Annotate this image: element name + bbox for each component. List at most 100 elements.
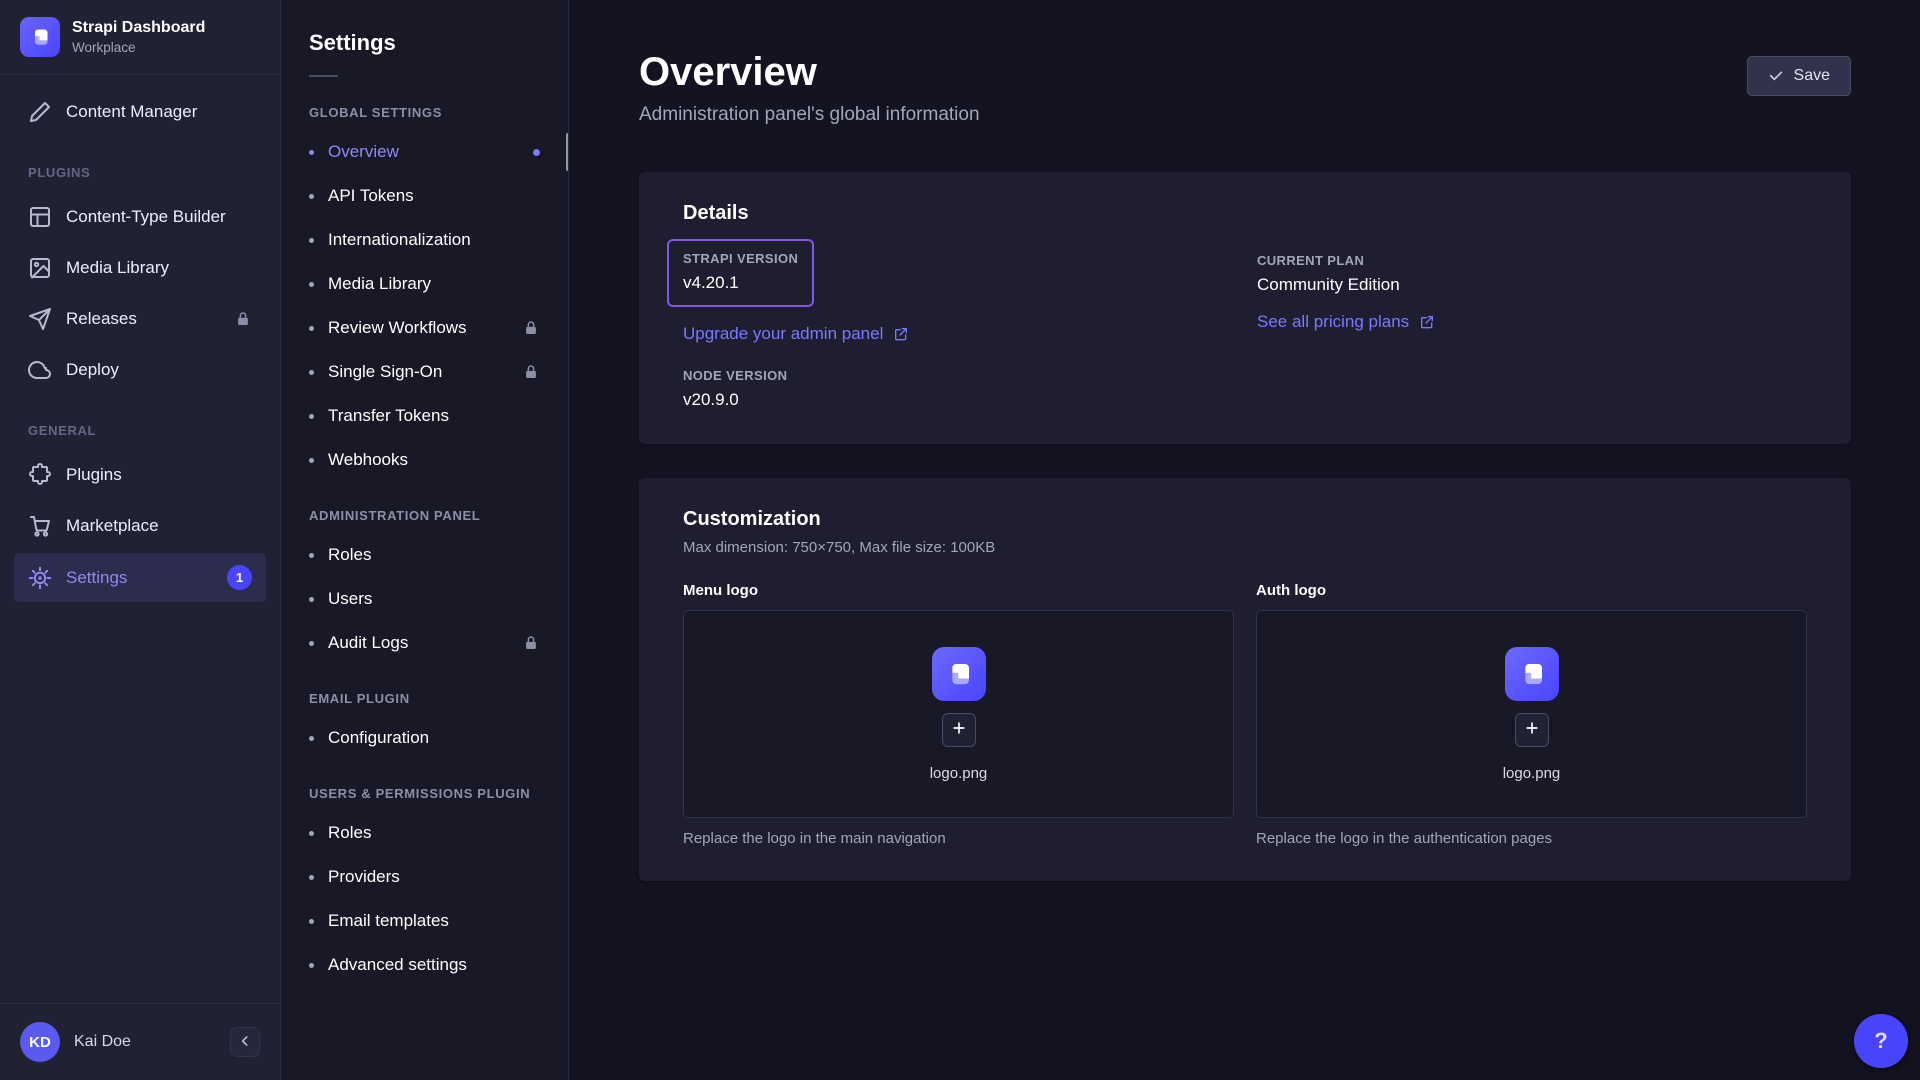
bullet-dot — [309, 641, 314, 646]
collapse-sidebar-button[interactable] — [230, 1027, 260, 1057]
chevron-left-icon — [237, 1033, 253, 1052]
subnav-item-label: Roles — [328, 822, 371, 844]
page-header: Overview Administration panel's global i… — [639, 0, 1851, 126]
subnav-item-internationalization[interactable]: Internationalization — [293, 218, 556, 262]
subnav-item-providers[interactable]: Providers — [293, 855, 556, 899]
strapi-logo-icon — [932, 647, 986, 701]
sidebar-item-content-type-builder[interactable]: Content-Type Builder — [14, 193, 266, 241]
subnav-item-single-sign-on[interactable]: Single Sign-On — [293, 350, 556, 394]
subnav-item-label: Review Workflows — [328, 317, 467, 339]
menu-logo-caption: Replace the logo in the main navigation — [683, 830, 1234, 847]
lock-icon — [234, 310, 252, 328]
current-plan-field: CURRENT PLAN Community Edition — [1257, 253, 1807, 295]
auth-logo-field: Auth logo logo.png Replace the logo in t… — [1256, 582, 1807, 847]
subnav-item-admin-users[interactable]: Users — [293, 577, 556, 621]
bullet-dot — [309, 326, 314, 331]
bullet-dot — [309, 238, 314, 243]
pricing-plans-link[interactable]: See all pricing plans — [1257, 312, 1435, 332]
plus-icon — [950, 719, 968, 740]
check-icon — [1768, 68, 1784, 84]
subnav-item-audit-logs[interactable]: Audit Logs — [293, 621, 556, 665]
subnav-item-label: Roles — [328, 544, 371, 566]
subnav-section-users-permissions-plugin: USERS & PERMISSIONS PLUGIN — [281, 760, 568, 811]
sidebar-item-content-manager[interactable]: Content Manager — [14, 88, 266, 136]
subnav-item-label: Internationalization — [328, 229, 471, 251]
cloud-icon — [28, 358, 52, 382]
title-divider — [309, 75, 338, 77]
main-nav-items: Content Manager PLUGINS Content-Type Bui… — [0, 75, 280, 605]
sidebar-item-label: Deploy — [66, 358, 119, 382]
node-version-field: NODE VERSION v20.9.0 — [683, 368, 1233, 410]
menu-logo-field: Menu logo logo.png Replace the logo in t… — [683, 582, 1234, 847]
menu-logo-add-button[interactable] — [942, 713, 976, 747]
sidebar-item-media-library[interactable]: Media Library — [14, 244, 266, 292]
page-subtitle: Administration panel's global informatio… — [639, 104, 980, 126]
external-link-icon — [893, 326, 909, 342]
auth-logo-upload-box[interactable]: logo.png — [1256, 610, 1807, 818]
sidebar-item-marketplace[interactable]: Marketplace — [14, 502, 266, 550]
sidebar-item-label: Plugins — [66, 463, 122, 487]
node-version-value: v20.9.0 — [683, 390, 1233, 410]
strapi-version-value: v4.20.1 — [683, 273, 798, 293]
sidebar-item-settings[interactable]: Settings 1 — [14, 553, 266, 602]
cart-icon — [28, 514, 52, 538]
subnav-item-admin-roles[interactable]: Roles — [293, 533, 556, 577]
auth-logo-add-button[interactable] — [1515, 713, 1549, 747]
nav-section-general: GENERAL — [0, 397, 280, 448]
subnav-item-label: Providers — [328, 866, 400, 888]
subnav-title: Settings — [281, 0, 568, 56]
subnav-item-label: Users — [328, 588, 372, 610]
subnav-item-email-templates[interactable]: Email templates — [293, 899, 556, 943]
bullet-dot — [309, 150, 314, 155]
main-sidebar: Strapi Dashboard Workplace Content Manag… — [0, 0, 281, 1080]
subnav-item-advanced-settings[interactable]: Advanced settings — [293, 943, 556, 987]
subnav-item-label: Advanced settings — [328, 954, 467, 976]
details-heading: Details — [683, 202, 1807, 225]
sidebar-item-deploy[interactable]: Deploy — [14, 346, 266, 394]
brand-workplace: Workplace — [72, 40, 205, 55]
subnav-item-transfer-tokens[interactable]: Transfer Tokens — [293, 394, 556, 438]
subnav-item-up-roles[interactable]: Roles — [293, 811, 556, 855]
customization-constraints: Max dimension: 750×750, Max file size: 1… — [683, 539, 1807, 556]
bullet-dot — [309, 736, 314, 741]
subnav-item-label: Audit Logs — [328, 632, 408, 654]
save-button[interactable]: Save — [1747, 56, 1851, 96]
strapi-version-label: STRAPI VERSION — [683, 251, 798, 266]
subnav-item-api-tokens[interactable]: API Tokens — [293, 174, 556, 218]
app-window: Strapi Dashboard Workplace Content Manag… — [0, 0, 1920, 1080]
sidebar-footer: KD Kai Doe — [0, 1003, 280, 1080]
subnav-item-media-library[interactable]: Media Library — [293, 262, 556, 306]
bullet-dot — [309, 831, 314, 836]
paper-plane-icon — [28, 307, 52, 331]
sidebar-item-label: Media Library — [66, 256, 169, 280]
workspace-brand[interactable]: Strapi Dashboard Workplace — [0, 0, 280, 75]
subnav-section-global-settings: GLOBAL SETTINGS — [281, 79, 568, 130]
auth-logo-filename: logo.png — [1503, 765, 1561, 782]
customization-heading: Customization — [683, 508, 1807, 531]
auth-logo-label: Auth logo — [1256, 582, 1807, 599]
pricing-link-label: See all pricing plans — [1257, 312, 1409, 332]
sidebar-item-releases[interactable]: Releases — [14, 295, 266, 343]
bullet-dot — [309, 875, 314, 880]
subnav-item-overview[interactable]: Overview — [293, 130, 556, 174]
image-icon — [28, 256, 52, 280]
help-button[interactable]: ? — [1854, 1014, 1908, 1068]
lock-icon — [522, 319, 540, 337]
menu-logo-upload-box[interactable]: logo.png — [683, 610, 1234, 818]
brand-name: Strapi Dashboard — [72, 19, 205, 37]
user-avatar[interactable]: KD — [20, 1022, 60, 1062]
upgrade-admin-panel-link[interactable]: Upgrade your admin panel — [683, 324, 909, 344]
subnav-item-configuration[interactable]: Configuration — [293, 716, 556, 760]
subnav-item-label: Media Library — [328, 273, 431, 295]
customization-card: Customization Max dimension: 750×750, Ma… — [639, 478, 1851, 881]
puzzle-icon — [28, 463, 52, 487]
sidebar-item-plugins[interactable]: Plugins — [14, 451, 266, 499]
subnav-item-label: Configuration — [328, 727, 429, 749]
bullet-dot — [309, 963, 314, 968]
subnav-item-webhooks[interactable]: Webhooks — [293, 438, 556, 482]
subnav-item-label: API Tokens — [328, 185, 414, 207]
sidebar-item-label: Marketplace — [66, 514, 159, 538]
subnav-item-label: Transfer Tokens — [328, 405, 449, 427]
bullet-dot — [309, 282, 314, 287]
subnav-item-review-workflows[interactable]: Review Workflows — [293, 306, 556, 350]
